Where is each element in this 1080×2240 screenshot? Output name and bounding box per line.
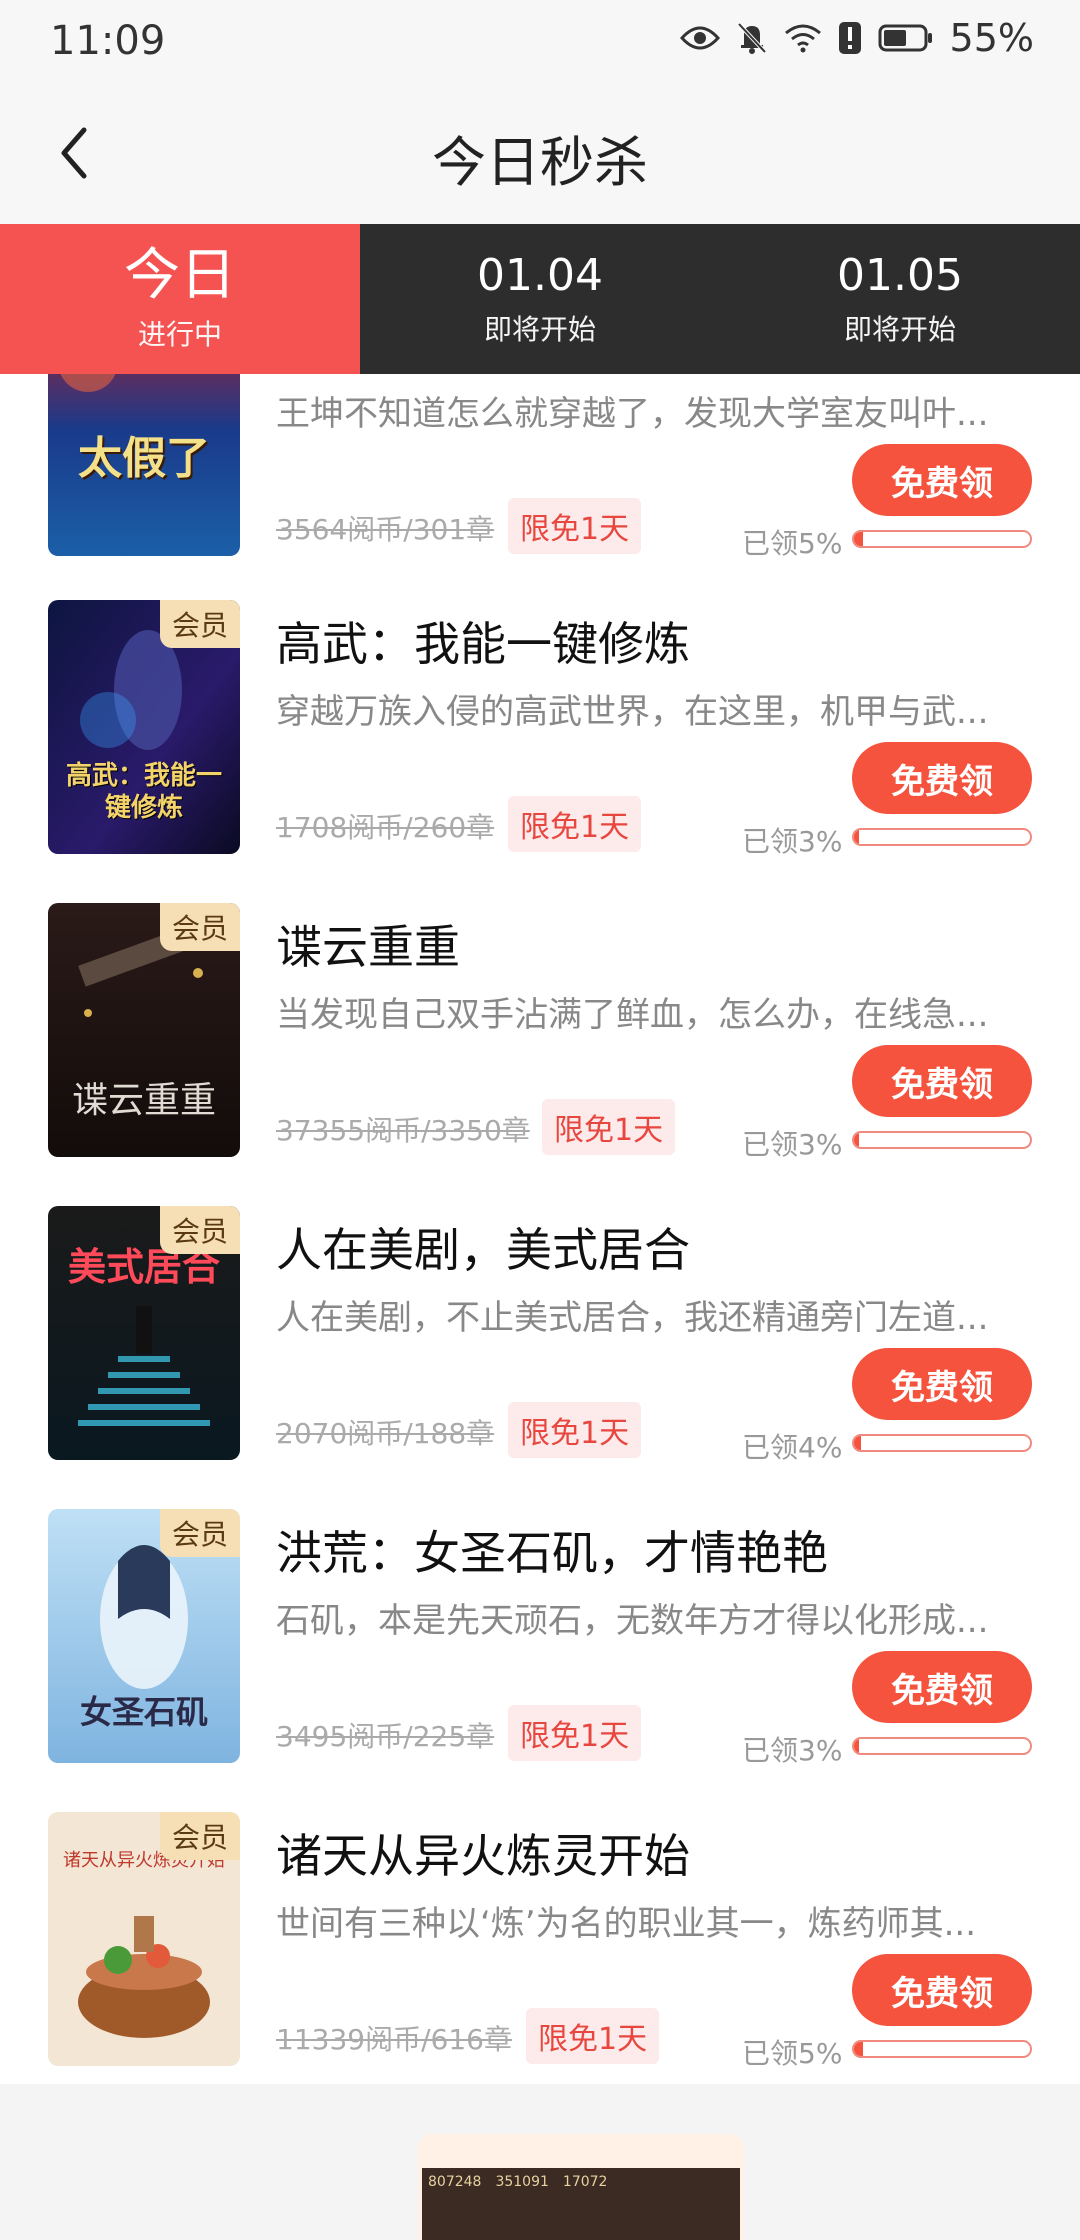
- book-desc: 穿越万族入侵的高武世界，在这里，机甲与武...: [276, 692, 989, 732]
- claimed-percent: 已领5%: [742, 2037, 843, 2070]
- claim-progress: [852, 828, 1032, 846]
- claimed-percent: 已领3%: [742, 1128, 843, 1161]
- cover-title: 女圣石矶: [79, 1693, 208, 1731]
- tab-sublabel: 即将开始: [483, 313, 596, 346]
- book-list[interactable]: 太假了 王坤不知道怎么就穿越了，发现大学室友叫叶... 3564阅币/301章 …: [0, 374, 1080, 2084]
- list-item[interactable]: 太假了 王坤不知道怎么就穿越了，发现大学室友叫叶... 3564阅币/301章 …: [0, 374, 1080, 605]
- book-desc: 人在美剧，不止美式居合，我还精通旁门左道...: [276, 1298, 989, 1338]
- book-desc: 当发现自己双手沾满了鲜血，怎么办，在线急...: [276, 995, 989, 1035]
- banner-stat: 807248: [428, 2174, 482, 2190]
- bell-mute-icon: [736, 21, 768, 55]
- vip-badge: 会员: [159, 903, 240, 951]
- wifi-icon: [784, 23, 822, 53]
- book-title[interactable]: 人在美剧，美式居合: [276, 1214, 690, 1280]
- book-cover[interactable]: 女圣石矶 会员: [48, 1509, 240, 1763]
- tab-0105[interactable]: 01.05 即将开始: [720, 224, 1080, 374]
- tab-label: 01.05: [837, 250, 963, 301]
- claim-button[interactable]: 免费领: [852, 1954, 1032, 2026]
- vip-badge: 会员: [159, 1509, 240, 1557]
- book-cover[interactable]: 太假了: [48, 374, 240, 556]
- book-cover[interactable]: 高武：我能一键修炼 会员: [48, 600, 240, 854]
- vip-badge: 会员: [159, 600, 240, 648]
- book-desc: 石矶，本是先天顽石，无数年方才得以化形成...: [276, 1601, 989, 1641]
- cover-title: 谍云重重: [71, 1080, 216, 1121]
- claim-progress-fill: [854, 830, 860, 844]
- list-item[interactable]: 谍云重重 会员 谍云重重 当发现自己双手沾满了鲜血，怎么办，在线急... 373…: [0, 903, 1080, 1206]
- title-bar: 今日秒杀: [0, 84, 1080, 224]
- claim-progress-fill: [854, 532, 863, 546]
- status-icons: 55%: [679, 16, 1034, 60]
- claim-button[interactable]: 免费领: [852, 1348, 1032, 1420]
- book-price: 3564阅币/301章: [276, 513, 495, 546]
- limited-free-badge: 限免1天: [508, 1402, 642, 1458]
- claim-button[interactable]: 免费领: [852, 444, 1032, 516]
- banner-stat: 351091: [495, 2174, 549, 2190]
- claim-progress: [852, 1737, 1032, 1755]
- claim-progress-fill: [854, 2042, 863, 2056]
- claim-progress-fill: [854, 1133, 860, 1147]
- claim-progress: [852, 1434, 1032, 1452]
- book-price: 2070阅币/188章: [276, 1417, 495, 1450]
- banner-stats: 807248 351091 17072: [428, 2174, 607, 2190]
- book-price: 3495阅币/225章: [276, 1720, 495, 1753]
- book-title[interactable]: 诸天从异火炼灵开始: [276, 1820, 690, 1886]
- tab-0104[interactable]: 01.04 即将开始: [360, 224, 720, 374]
- book-cover[interactable]: 诸天从异火炼灵开始 会员: [48, 1812, 240, 2066]
- list-item[interactable]: 诸天从异火炼灵开始 会员 诸天从异火炼灵开始 世间有三种以‘炼’为名的职业其一，…: [0, 1812, 1080, 2084]
- claim-progress-fill: [854, 1436, 862, 1450]
- limited-free-badge: 限免1天: [526, 2008, 660, 2064]
- claim-progress: [852, 2040, 1032, 2058]
- limited-free-badge: 限免1天: [508, 498, 642, 554]
- battery-icon: [878, 23, 934, 53]
- claim-button[interactable]: 免费领: [852, 742, 1032, 814]
- claimed-percent: 已领4%: [742, 1431, 843, 1464]
- date-tabs: 今日 进行中 01.04 即将开始 01.05 即将开始: [0, 224, 1080, 388]
- alert-icon: [838, 21, 862, 55]
- status-time: 11:09: [50, 18, 166, 64]
- book-price: 37355阅币/3350章: [276, 1114, 530, 1147]
- claimed-percent: 已领3%: [742, 825, 843, 858]
- claim-button[interactable]: 免费领: [852, 1651, 1032, 1723]
- book-title[interactable]: 高武：我能一键修炼: [276, 608, 690, 674]
- claim-progress: [852, 1131, 1032, 1149]
- battery-percent: 55%: [949, 16, 1034, 60]
- game-banner[interactable]: 807248 351091 17072: [418, 2134, 744, 2240]
- tab-today[interactable]: 今日 进行中: [0, 224, 360, 388]
- limited-free-badge: 限免1天: [508, 796, 642, 852]
- list-item[interactable]: 高武：我能一键修炼 会员 高武：我能一键修炼 穿越万族入侵的高武世界，在这里，机…: [0, 600, 1080, 903]
- tab-sublabel: 即将开始: [843, 313, 956, 346]
- book-title[interactable]: 谍云重重: [276, 911, 460, 977]
- tab-sublabel: 进行中: [137, 318, 222, 351]
- bottom-area: 807248 351091 17072: [0, 2084, 1080, 2240]
- claimed-percent: 已领5%: [742, 527, 843, 560]
- list-item[interactable]: 女圣石矶 会员 洪荒：女圣石矶，才情艳艳 石矶，本是先天顽石，无数年方才得以化形…: [0, 1509, 1080, 1812]
- claim-progress: [852, 530, 1032, 548]
- limited-free-badge: 限免1天: [508, 1705, 642, 1761]
- book-desc: 世间有三种以‘炼’为名的职业其一，炼药师其...: [276, 1904, 977, 1944]
- book-cover[interactable]: 谍云重重 会员: [48, 903, 240, 1157]
- vip-badge: 会员: [159, 1812, 240, 1860]
- book-title[interactable]: 洪荒：女圣石矶，才情艳艳: [276, 1517, 828, 1583]
- limited-free-badge: 限免1天: [542, 1099, 676, 1155]
- book-desc: 王坤不知道怎么就穿越了，发现大学室友叫叶...: [276, 394, 989, 434]
- banner-image: 807248 351091 17072: [422, 2168, 740, 2240]
- list-item[interactable]: 美式居合 会员 人在美剧，美式居合 人在美剧，不止美式居合，我还精通旁门左道..…: [0, 1206, 1080, 1509]
- book-price: 11339阅币/616章: [276, 2023, 512, 2056]
- claim-progress-fill: [854, 1739, 860, 1753]
- cover-title: 太假了: [78, 433, 210, 484]
- page-title: 今日秒杀: [432, 131, 648, 194]
- status-bar: 11:09 55%: [0, 0, 1080, 84]
- banner-stat: 17072: [562, 2174, 608, 2190]
- claimed-percent: 已领3%: [742, 1734, 843, 1767]
- book-price: 1708阅币/260章: [276, 811, 495, 844]
- book-cover[interactable]: 美式居合 会员: [48, 1206, 240, 1460]
- tab-label: 今日: [124, 243, 236, 308]
- claim-button[interactable]: 免费领: [852, 1045, 1032, 1117]
- cover-title: 高武：我能一键修炼: [65, 761, 222, 823]
- eye-icon: [679, 24, 720, 52]
- tab-label: 01.04: [477, 250, 603, 301]
- vip-badge: 会员: [159, 1206, 240, 1254]
